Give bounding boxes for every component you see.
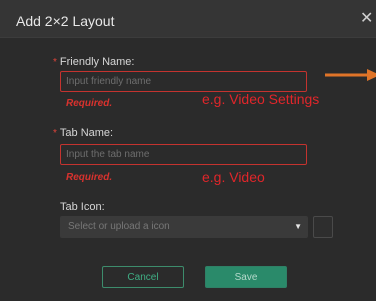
dialog-header: Add 2×2 Layout ✕: [0, 0, 376, 38]
save-button[interactable]: Save: [205, 266, 287, 288]
tab-icon-label: Tab Icon:: [60, 201, 105, 213]
friendly-name-hint: e.g. Video Settings: [202, 91, 320, 107]
tab-icon-select[interactable]: Select or upload a icon ▼: [60, 216, 308, 238]
required-marker: *: [53, 57, 57, 68]
tab-name-hint: e.g. Video: [202, 169, 265, 185]
tab-icon-select-placeholder: Select or upload a icon: [68, 221, 170, 232]
friendly-name-label-text: Friendly Name:: [59, 56, 135, 68]
friendly-name-input[interactable]: [60, 71, 307, 92]
add-layout-dialog: Add 2×2 Layout ✕ *Friendly Name: Require…: [0, 0, 376, 301]
dialog-title: Add 2×2 Layout: [16, 13, 115, 29]
annotation-arrow-icon: [325, 69, 376, 81]
chevron-down-icon: ▼: [294, 222, 302, 231]
tab-name-label-text: Tab Name:: [59, 127, 114, 139]
tab-icon-preview[interactable]: [313, 216, 333, 238]
friendly-name-label: * Friendly Name:: [53, 56, 134, 68]
required-marker: *: [53, 128, 57, 139]
tab-name-error: Required.: [66, 172, 113, 183]
friendly-name-error: Required.: [66, 98, 113, 109]
close-icon[interactable]: ✕: [360, 9, 373, 29]
tab-name-input[interactable]: [60, 144, 307, 165]
cancel-button[interactable]: Cancel: [102, 266, 184, 288]
tab-name-label: * Tab Name:: [53, 127, 113, 139]
